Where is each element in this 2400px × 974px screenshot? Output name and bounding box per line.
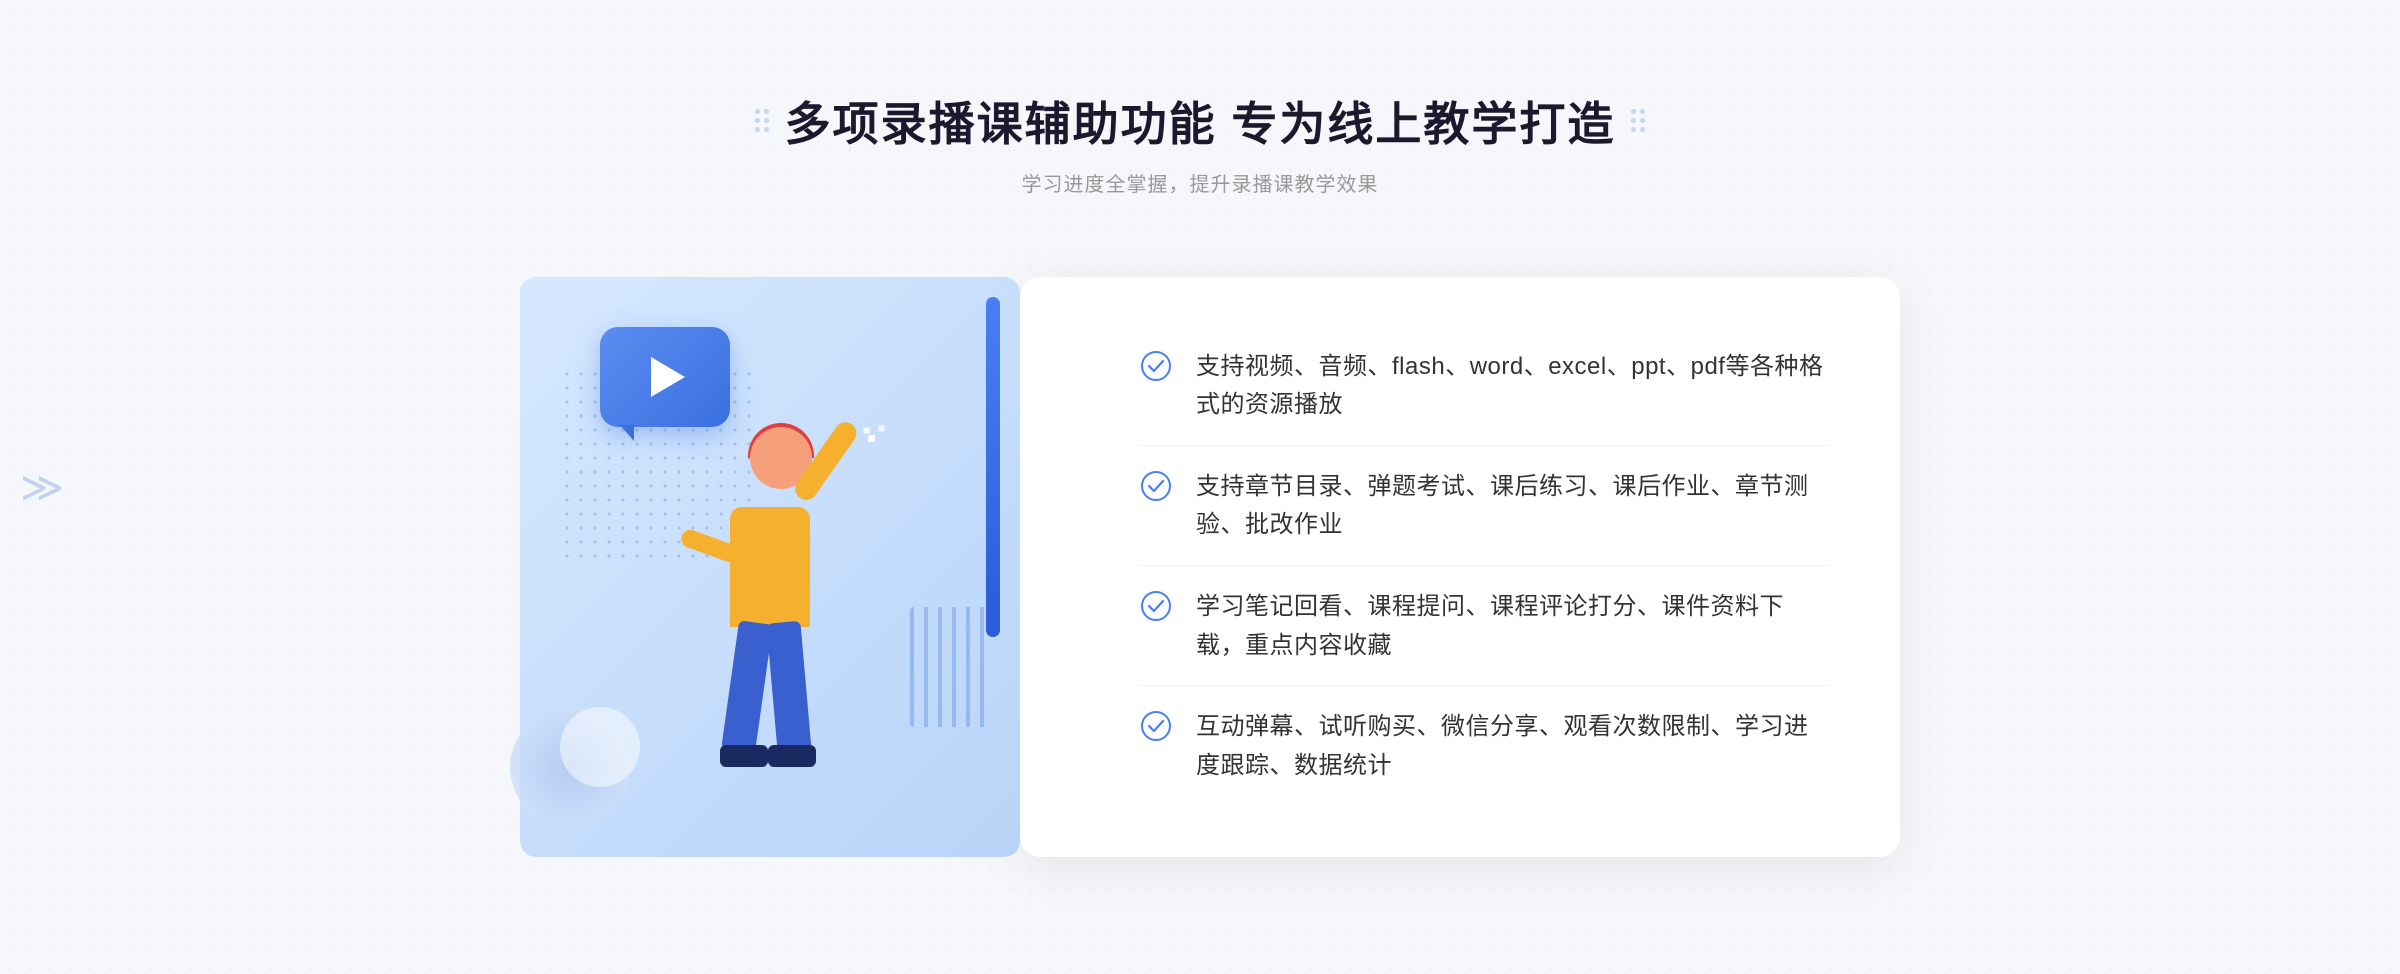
person-illustration <box>630 427 910 867</box>
title-dots-right <box>1631 109 1645 132</box>
check-circle-icon-1 <box>1140 350 1172 382</box>
check-circle-icon-4 <box>1140 710 1172 742</box>
feature-text-2: 支持章节目录、弹题考试、课后练习、课后作业、章节测验、批改作业 <box>1196 468 1830 545</box>
feature-text-3: 学习笔记回看、课程提问、课程评论打分、课件资料下载，重点内容收藏 <box>1196 588 1830 665</box>
feature-item-2: 支持章节目录、弹题考试、课后练习、课后作业、章节测验、批改作业 <box>1140 448 1830 566</box>
person-shoe-left <box>720 745 768 767</box>
title-dots-left <box>755 109 769 132</box>
main-title: 多项录播课辅助功能 专为线上教学打造 <box>785 88 1616 154</box>
check-circle-icon-2 <box>1140 470 1172 502</box>
features-panel: 支持视频、音频、flash、word、excel、ppt、pdf等各种格式的资源… <box>1020 277 1900 857</box>
feature-item-3: 学习笔记回看、课程提问、课程评论打分、课件资料下载，重点内容收藏 <box>1140 568 1830 686</box>
light-beam <box>860 447 863 450</box>
chevron-left-icon: ≫ <box>20 464 64 511</box>
check-circle-icon-3 <box>1140 590 1172 622</box>
feature-text-1: 支持视频、音频、flash、word、excel、ppt、pdf等各种格式的资源… <box>1196 348 1830 425</box>
header-section: 多项录播课辅助功能 专为线上教学打造 学习进度全掌握，提升录播课教学效果 <box>755 88 1646 197</box>
person-body <box>730 507 810 627</box>
stripe-decoration <box>910 607 990 727</box>
person-leg-left <box>721 620 773 753</box>
person-leg-right <box>766 620 811 752</box>
page-wrapper: 多项录播课辅助功能 专为线上教学打造 学习进度全掌握，提升录播课教学效果 ≫ <box>0 0 2400 974</box>
subtitle: 学习进度全掌握，提升录播课教学效果 <box>755 168 1646 197</box>
blue-vertical-bar <box>986 297 1000 637</box>
content-area: 支持视频、音频、flash、word、excel、ppt、pdf等各种格式的资源… <box>500 247 1900 887</box>
feature-item-1: 支持视频、音频、flash、word、excel、ppt、pdf等各种格式的资源… <box>1140 328 1830 446</box>
person-shoe-right <box>768 745 816 767</box>
left-chevron-decoration: ≫ <box>20 463 64 512</box>
play-icon <box>651 357 685 397</box>
feature-text-4: 互动弹幕、试听购买、微信分享、观看次数限制、学习进度跟踪、数据统计 <box>1196 708 1830 785</box>
feature-item-4: 互动弹幕、试听购买、微信分享、观看次数限制、学习进度跟踪、数据统计 <box>1140 688 1830 805</box>
illustration-container <box>500 247 1080 887</box>
title-row: 多项录播课辅助功能 专为线上教学打造 <box>755 88 1646 154</box>
play-bubble <box>600 327 730 427</box>
circle-decoration-2 <box>560 707 640 787</box>
